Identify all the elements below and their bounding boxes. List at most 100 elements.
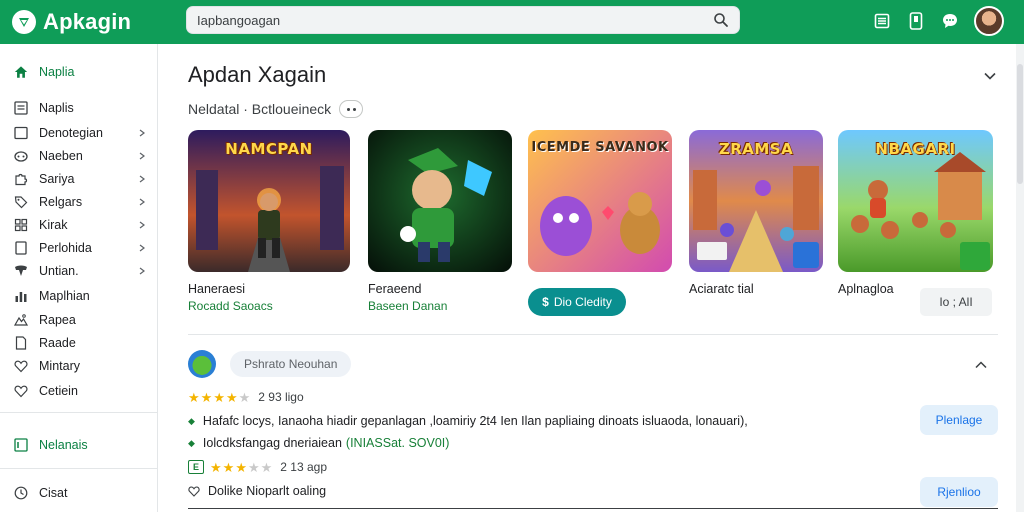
sidebar-divider xyxy=(0,412,158,413)
main-content: Apdan Xagain Neldatal · Bctloueineck NAM… xyxy=(158,44,1024,512)
square-icon xyxy=(14,241,28,255)
heart-icon xyxy=(14,384,28,398)
sidebar-item-2[interactable]: Denotegian xyxy=(14,123,150,143)
review-text: Hafafc locys, Ianaoha hiadir gepanlagan … xyxy=(202,414,748,428)
scrollbar-thumb[interactable] xyxy=(1017,64,1023,184)
doc-icon xyxy=(14,336,28,350)
list-icon xyxy=(14,101,28,115)
app-card[interactable]: NAMCPAN Haneraesi Rocadd Saoacs xyxy=(188,130,350,313)
reviewer-chip[interactable]: Pshrato Neouhan xyxy=(230,351,352,377)
app-name: Aciaratc tial xyxy=(689,282,754,296)
more-button-label: Io ; AlI xyxy=(939,295,973,309)
star-icon: ★ xyxy=(210,459,222,475)
more-button[interactable]: Io ; AlI xyxy=(920,288,992,316)
top-bar: Apkagin xyxy=(0,0,1024,44)
chevron-right-icon xyxy=(139,198,145,206)
app-thumbnail[interactable] xyxy=(368,130,512,272)
grid-icon xyxy=(14,218,28,232)
list-icon[interactable] xyxy=(872,11,892,31)
search-bar[interactable] xyxy=(186,6,740,34)
review-action-label: Rjenlioo xyxy=(937,485,981,499)
sidebar-item-label: Nelanais xyxy=(39,438,88,452)
sidebar-item-6[interactable]: Kirak xyxy=(14,215,150,235)
gamepad-icon xyxy=(14,149,28,163)
rating-meta: 2 93 ligo xyxy=(258,390,304,404)
brand[interactable]: Apkagin xyxy=(12,9,182,35)
sidebar-item-5[interactable]: Relgars xyxy=(14,192,150,212)
developer-link[interactable]: Rocadd Saoacs xyxy=(188,299,350,313)
scrollbar[interactable] xyxy=(1016,44,1024,512)
install-button-label: Dio Cledity xyxy=(553,295,612,309)
sidebar-item-footer[interactable]: Cisat xyxy=(14,483,150,503)
chat-icon[interactable] xyxy=(940,11,960,31)
review-highlight: (INIASSat. SOV0I) xyxy=(345,436,450,450)
sidebar-item-label: Kirak xyxy=(39,218,68,232)
bottom-divider xyxy=(188,508,998,509)
chevron-right-icon xyxy=(139,267,145,275)
review-note-row: Dolike Nioparlt oaling xyxy=(188,484,326,498)
star-icon: ★ xyxy=(200,389,213,405)
review-bullet: ◆ Hafafc locys, Ianaoha hiadir gepanlaga… xyxy=(188,414,748,428)
app-thumbnail[interactable]: NAMCPAN xyxy=(188,130,350,272)
review-action-button[interactable]: Rjenlioo xyxy=(920,477,998,507)
page-title: Apdan Xagain xyxy=(188,62,327,87)
sidebar-item-13[interactable]: Cetiein xyxy=(14,381,150,401)
review-action-label: Plenlage xyxy=(935,413,983,427)
install-button[interactable]: $ Dio Cledity xyxy=(528,288,626,316)
star-icon: ★ xyxy=(247,459,260,475)
reviewer-avatar xyxy=(188,350,216,378)
sidebar-item-10[interactable]: Rapea xyxy=(14,310,150,330)
thumbnail-title: NAMCPAN xyxy=(225,140,313,158)
sidebar-item-label: Rapea xyxy=(39,313,76,327)
chevron-right-icon xyxy=(139,129,145,137)
chevron-down-icon[interactable] xyxy=(982,68,998,84)
app-card[interactable]: ICEMDE SAVANOK xyxy=(528,130,672,272)
verified-badge-icon: E xyxy=(188,460,204,474)
sidebar-item-section[interactable]: Nelanais xyxy=(14,435,150,455)
sidebar-item-home[interactable]: Naplia xyxy=(14,62,150,82)
sidebar-item-8[interactable]: Untian. xyxy=(14,261,150,281)
chevron-right-icon xyxy=(139,221,145,229)
app-card[interactable]: Feraeend Baseen Danan xyxy=(368,130,512,313)
app-name: Feraeend xyxy=(368,282,422,296)
sidebar-item-7[interactable]: Perlohida xyxy=(14,238,150,258)
app-card[interactable]: NBAGARI Aplnagloa xyxy=(838,130,993,296)
star-icon: ★ xyxy=(188,389,200,405)
chart-icon xyxy=(14,289,28,303)
bullet-icon: ◆ xyxy=(188,415,195,426)
tag-icon xyxy=(14,195,28,209)
sidebar-item-3[interactable]: Naeben xyxy=(14,146,150,166)
chevron-up-icon[interactable] xyxy=(974,358,988,372)
review-text: Iolcdksfangag dneriaiean xyxy=(202,436,342,450)
sidebar-item-12[interactable]: Mintary xyxy=(14,356,150,376)
thumbnail-title: ZRAMSA xyxy=(718,140,794,158)
sidebar-item-1[interactable]: Naplis xyxy=(14,98,150,118)
review-action-button[interactable]: Plenlage xyxy=(920,405,998,435)
phone-icon[interactable] xyxy=(906,11,926,31)
top-actions xyxy=(872,6,1004,36)
sidebar-item-11[interactable]: Raade xyxy=(14,333,150,353)
star-rating: ★ ★ ★ ★ ★ xyxy=(210,461,272,474)
search-icon[interactable] xyxy=(713,12,729,28)
sidebar-item-4[interactable]: Sariya xyxy=(14,169,150,189)
sidebar-item-label: Sariya xyxy=(39,172,75,186)
star-icon: ★ xyxy=(222,459,235,475)
app-thumbnail[interactable]: ICEMDE SAVANOK xyxy=(528,130,672,272)
more-options-button[interactable] xyxy=(339,100,364,118)
rating-row: E ★ ★ ★ ★ ★ 2 13 agp xyxy=(188,460,327,474)
clock-icon xyxy=(14,486,28,500)
developer-link[interactable]: Baseen Danan xyxy=(368,299,512,313)
star-rating: ★ ★ ★ ★ ★ xyxy=(188,391,250,404)
star-icon: ★ xyxy=(225,389,238,405)
rating-meta: 2 13 agp xyxy=(280,460,327,474)
sidebar-item-label: Naplis xyxy=(39,101,74,115)
app-thumbnail[interactable]: ZRAMSA xyxy=(689,130,823,272)
search-input[interactable] xyxy=(197,12,713,28)
review-header: Pshrato Neouhan xyxy=(188,350,352,378)
app-thumbnail[interactable]: NBAGARI xyxy=(838,130,993,272)
app-name: Haneraesi xyxy=(188,282,245,296)
rating-row: ★ ★ ★ ★ ★ 2 93 ligo xyxy=(188,390,304,404)
sidebar-item-9[interactable]: Maplhian xyxy=(14,286,150,306)
avatar[interactable] xyxy=(974,6,1004,36)
app-card[interactable]: ZRAMSA Aciaratc tial xyxy=(689,130,823,296)
